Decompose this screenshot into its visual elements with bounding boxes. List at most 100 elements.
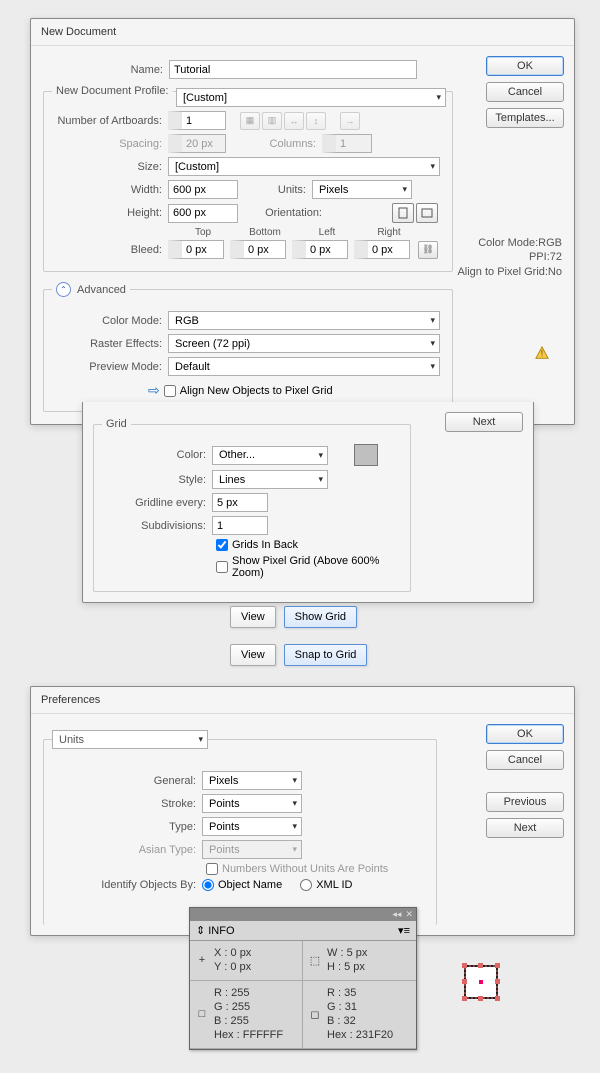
profile-fieldset: New Document Profile: [Custom] Number of… (43, 85, 453, 272)
prefs-section-dropdown[interactable]: Units (52, 730, 208, 749)
name-label: Name: (73, 64, 169, 76)
next-button[interactable]: Next (445, 412, 523, 432)
bleed-left-label: Left (296, 227, 358, 238)
profile-legend: New Document Profile: (52, 85, 173, 97)
artboards-label: Number of Artboards: (52, 115, 168, 127)
arrow-indicator-icon: ⇨ (148, 382, 160, 399)
size-label: Size: (52, 161, 168, 173)
bleed-left-input[interactable] (292, 240, 348, 259)
panel-collapse-icon[interactable]: ◂◂ (392, 909, 401, 920)
crosshair-icon: + (196, 954, 208, 966)
height-input[interactable] (168, 204, 238, 223)
stroke-units-dropdown[interactable]: Points (202, 794, 302, 813)
size-dropdown[interactable]: [Custom] (168, 157, 440, 176)
grids-in-back-checkbox[interactable]: Grids In Back (216, 539, 298, 551)
link-bleed-icon[interactable]: ⛓ (418, 241, 438, 259)
grid-dialog: Next Grid Color: Other... Style: Lines G… (82, 402, 534, 603)
orientation-label: Orientation: (238, 207, 328, 219)
grid-style-label: Style: (102, 474, 212, 486)
show-pixel-grid-checkbox[interactable]: Show Pixel Grid (Above 600% Zoom) (216, 555, 402, 579)
updown-icon: ⇕ (196, 924, 205, 937)
artboards-input[interactable] (168, 111, 226, 130)
asian-type-label: Asian Type: (52, 844, 202, 856)
templates-button[interactable]: Templates... (486, 108, 564, 128)
general-units-dropdown[interactable]: Pixels (202, 771, 302, 790)
name-input[interactable] (169, 60, 417, 79)
view-menu-button-2[interactable]: View (230, 644, 276, 666)
spacing-input (168, 134, 226, 153)
stroke-label: Stroke: (52, 798, 202, 810)
grid-color-swatch[interactable] (354, 444, 378, 466)
columns-label: Columns: (226, 138, 322, 150)
prefs-title: Preferences (31, 687, 574, 714)
raster-dropdown[interactable]: Screen (72 ppi) (168, 334, 440, 353)
arrange-col-icon: ↕ (306, 112, 326, 130)
height-label: Height: (52, 207, 168, 219)
dialog-title: New Document (31, 19, 574, 46)
orientation-portrait-button[interactable] (392, 203, 414, 223)
subdivisions-label: Subdivisions: (102, 520, 212, 532)
identify-object-name-radio[interactable]: Object Name (202, 879, 282, 891)
panel-close-icon[interactable]: ✕ (405, 909, 413, 920)
snap-to-grid-menu-item[interactable]: Snap to Grid (284, 644, 368, 666)
prefs-previous-button[interactable]: Previous (486, 792, 564, 812)
info-panel: ◂◂ ✕ ⇕ INFO ▾≡ + X : 0 px Y : 0 px ⬚ W :… (189, 907, 417, 1050)
orientation-landscape-button[interactable] (416, 203, 438, 223)
units-fieldset: Units General: Pixels Stroke: Points Typ… (43, 730, 437, 925)
cancel-button[interactable]: Cancel (486, 82, 564, 102)
dimensions-icon: ⬚ (309, 954, 321, 967)
collapse-advanced-icon[interactable]: ⌃ (56, 282, 71, 297)
bleed-top-label: Top (172, 227, 234, 238)
arrange-rtl-icon: → (340, 112, 360, 130)
bleed-label: Bleed: (52, 244, 168, 256)
profile-dropdown[interactable]: [Custom] (176, 88, 446, 107)
width-input[interactable] (168, 180, 238, 199)
new-document-dialog: New Document OK Cancel Templates... Name… (30, 18, 575, 425)
subdivisions-input[interactable] (212, 516, 268, 535)
preferences-dialog: Preferences OK Cancel Previous Next Unit… (30, 686, 575, 936)
ok-button[interactable]: OK (486, 56, 564, 76)
bleed-bottom-input[interactable] (230, 240, 286, 259)
grid-style-dropdown[interactable]: Lines (212, 470, 328, 489)
fill-swatch-icon: □ (196, 1008, 208, 1020)
units-dropdown[interactable]: Pixels (312, 180, 412, 199)
gridline-every-label: Gridline every: (102, 497, 212, 509)
prefs-next-button[interactable]: Next (486, 818, 564, 838)
asian-type-dropdown: Points (202, 840, 302, 859)
advanced-legend: Advanced (77, 284, 126, 296)
advanced-fieldset: ⌃ Advanced Color Mode: RGB Raster Effect… (43, 282, 453, 412)
align-pixel-grid-checkbox[interactable]: Align New Objects to Pixel Grid (164, 385, 333, 397)
units-label: Units: (238, 184, 312, 196)
gridline-every-input[interactable] (212, 493, 268, 512)
preview-dropdown[interactable]: Default (168, 357, 440, 376)
raster-label: Raster Effects: (52, 338, 168, 350)
grid-fieldset: Grid Color: Other... Style: Lines Gridli… (93, 418, 411, 592)
columns-input (322, 134, 372, 153)
grid-color-label: Color: (102, 449, 212, 461)
type-units-dropdown[interactable]: Points (202, 817, 302, 836)
colormode-dropdown[interactable]: RGB (168, 311, 440, 330)
arrange-grid-row-icon: ▦ (240, 112, 260, 130)
type-label: Type: (52, 821, 202, 833)
bleed-top-input[interactable] (168, 240, 224, 259)
bleed-right-label: Right (358, 227, 420, 238)
arrange-row-icon: ↔ (284, 112, 304, 130)
numbers-without-units-checkbox[interactable]: Numbers Without Units Are Points (206, 863, 388, 875)
prefs-cancel-button[interactable]: Cancel (486, 750, 564, 770)
doc-info-summary: Color Mode:RGB PPI:72 Align to Pixel Gri… (457, 236, 562, 279)
bleed-right-input[interactable] (354, 240, 410, 259)
show-grid-menu-item[interactable]: Show Grid (284, 606, 357, 628)
svg-text:!: ! (541, 349, 544, 360)
arrange-grid-col-icon: ▥ (262, 112, 282, 130)
general-label: General: (52, 775, 202, 787)
selected-object-preview (459, 960, 503, 1004)
panel-menu-icon[interactable]: ▾≡ (398, 924, 410, 937)
width-label: Width: (52, 184, 168, 196)
info-tab[interactable]: ⇕ INFO ▾≡ (190, 921, 416, 941)
grid-color-dropdown[interactable]: Other... (212, 446, 328, 465)
view-menu-button[interactable]: View (230, 606, 276, 628)
identify-label: Identify Objects By: (52, 879, 202, 891)
prefs-ok-button[interactable]: OK (486, 724, 564, 744)
preview-label: Preview Mode: (52, 361, 168, 373)
identify-xml-id-radio[interactable]: XML ID (300, 879, 352, 891)
